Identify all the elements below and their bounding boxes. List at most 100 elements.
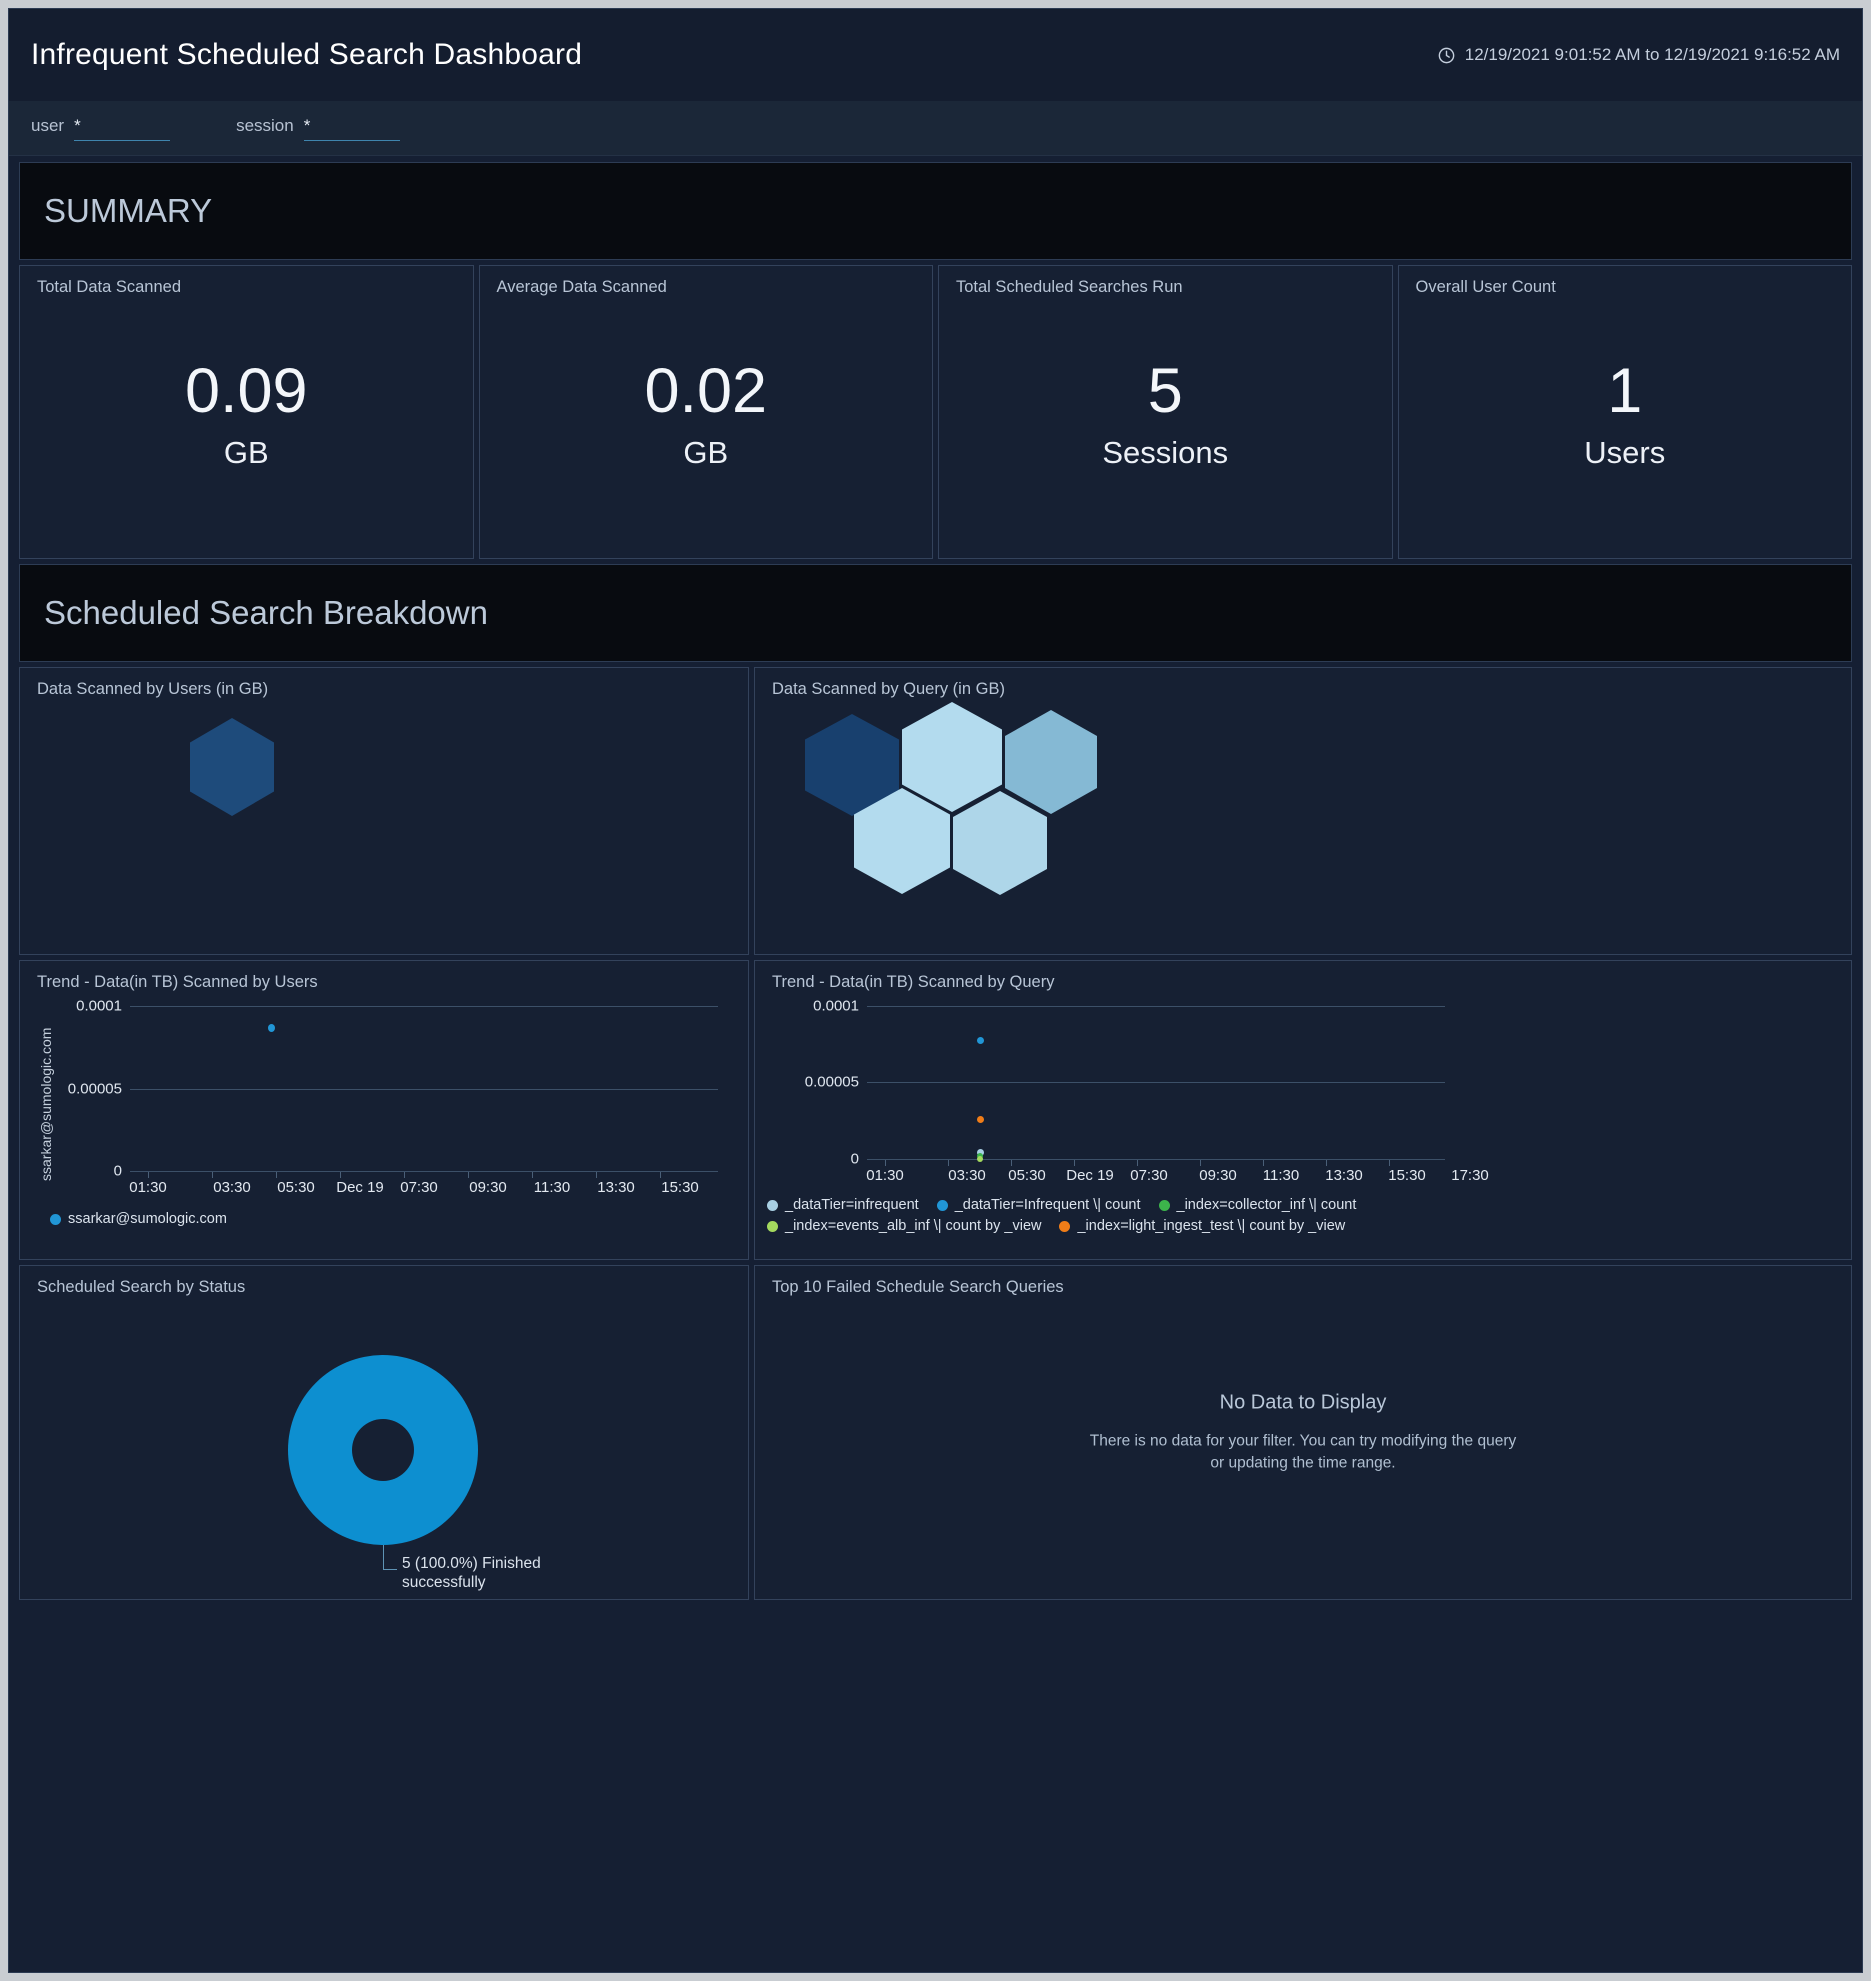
legend-label: _dataTier=Infrequent \| count xyxy=(955,1195,1141,1216)
data-point[interactable] xyxy=(268,1024,275,1032)
section-title-summary: SUMMARY xyxy=(44,192,212,230)
gridline xyxy=(867,1082,1445,1083)
hexagon-cell[interactable] xyxy=(902,702,1002,812)
x-tick-label: 05:30 xyxy=(1008,1167,1046,1184)
stat-panel-average-data-scanned[interactable]: Average Data Scanned 0.02 GB xyxy=(479,265,934,559)
legend-item[interactable]: _dataTier=Infrequent \| count xyxy=(937,1195,1141,1216)
donut-chart[interactable] xyxy=(288,1355,478,1545)
x-tick-mark xyxy=(885,1160,886,1166)
legend-swatch-icon xyxy=(1159,1200,1170,1211)
stat-body: 0.09 GB xyxy=(20,297,473,558)
x-tick-label: 07:30 xyxy=(1130,1167,1168,1184)
panel-trend-data-scanned-by-users[interactable]: Trend - Data(in TB) Scanned by Users ssa… xyxy=(19,960,749,1260)
summary-stat-row: Total Data Scanned 0.09 GB Average Data … xyxy=(19,265,1852,559)
stat-value: 1 xyxy=(1607,358,1642,424)
filter-bar: user session xyxy=(9,101,1862,156)
x-tick-label: 11:30 xyxy=(1263,1167,1299,1184)
filter-user-input[interactable] xyxy=(74,116,170,141)
legend-swatch-icon xyxy=(50,1214,61,1225)
chart-legend: ssarkar@sumologic.com xyxy=(50,1209,710,1230)
legend-swatch-icon xyxy=(767,1221,778,1232)
stat-panel-total-data-scanned[interactable]: Total Data Scanned 0.09 GB xyxy=(19,265,474,559)
gridline xyxy=(130,1006,718,1007)
no-data-title: No Data to Display xyxy=(755,1391,1851,1414)
data-point[interactable] xyxy=(977,1116,984,1123)
y-tick-label: 0.00005 xyxy=(755,1074,859,1091)
filter-session: session xyxy=(236,116,400,141)
y-tick-label: 0 xyxy=(755,1151,859,1168)
section-title-breakdown: Scheduled Search Breakdown xyxy=(44,594,488,632)
x-tick-mark xyxy=(532,1172,533,1178)
panel-title: Trend - Data(in TB) Scanned by Users xyxy=(20,961,748,992)
gridline xyxy=(867,1006,1445,1007)
x-tick-label: Dec 19 xyxy=(336,1179,384,1196)
x-tick-mark xyxy=(340,1172,341,1178)
axis-line-x xyxy=(867,1159,1445,1160)
y-tick-label: 0.00005 xyxy=(40,1081,122,1098)
hexagon-cell[interactable] xyxy=(953,791,1047,895)
donut-data-label: 5 (100.0%) Finished successfully xyxy=(402,1554,572,1592)
stat-panel-overall-user-count[interactable]: Overall User Count 1 Users xyxy=(1398,265,1853,559)
panel-top-10-failed-schedule-search-queries[interactable]: Top 10 Failed Schedule Search Queries No… xyxy=(754,1265,1852,1600)
panel-title: Total Data Scanned xyxy=(20,266,473,297)
panel-data-scanned-by-query[interactable]: Data Scanned by Query (in GB) xyxy=(754,667,1852,955)
legend-label: ssarkar@sumologic.com xyxy=(68,1209,227,1230)
dashboard-root: Infrequent Scheduled Search Dashboard 12… xyxy=(8,8,1863,1973)
legend-item[interactable]: _index=light_ingest_test \| count by _vi… xyxy=(1059,1216,1345,1237)
y-axis-title: ssarkar@sumologic.com xyxy=(38,1028,54,1181)
legend-item[interactable]: _dataTier=infrequent xyxy=(767,1195,919,1216)
panel-title: Trend - Data(in TB) Scanned by Query xyxy=(755,961,1851,992)
data-point[interactable] xyxy=(977,1156,983,1162)
panel-title: Top 10 Failed Schedule Search Queries xyxy=(755,1266,1851,1297)
legend-item[interactable]: _index=events_alb_inf \| count by _view xyxy=(767,1216,1041,1237)
hexagon-cell[interactable] xyxy=(1005,710,1097,814)
stat-body: 0.02 GB xyxy=(480,297,933,558)
y-tick-label: 0 xyxy=(50,1163,122,1180)
stat-value: 0.09 xyxy=(185,358,308,424)
stat-unit: GB xyxy=(224,435,269,471)
x-tick-mark xyxy=(948,1160,949,1166)
hexagon-row: Data Scanned by Users (in GB) Data Scann… xyxy=(19,667,1852,955)
leader-line xyxy=(383,1545,384,1570)
hexagon-cell[interactable] xyxy=(190,718,274,816)
panel-title: Data Scanned by Users (in GB) xyxy=(20,668,748,699)
page-title: Infrequent Scheduled Search Dashboard xyxy=(31,38,582,72)
x-tick-label: 01:30 xyxy=(866,1167,904,1184)
panel-data-scanned-by-users[interactable]: Data Scanned by Users (in GB) xyxy=(19,667,749,955)
dashboard-header: Infrequent Scheduled Search Dashboard 12… xyxy=(9,9,1862,101)
x-tick-mark xyxy=(212,1172,213,1178)
x-tick-mark xyxy=(404,1172,405,1178)
x-tick-label: 03:30 xyxy=(948,1167,986,1184)
x-tick-label: 13:30 xyxy=(1325,1167,1363,1184)
time-range-control[interactable]: 12/19/2021 9:01:52 AM to 12/19/2021 9:16… xyxy=(1437,45,1840,65)
x-tick-mark xyxy=(1263,1160,1264,1166)
legend-label: _index=events_alb_inf \| count by _view xyxy=(785,1216,1041,1237)
panel-title: Scheduled Search by Status xyxy=(20,1266,748,1297)
x-tick-label: 11:30 xyxy=(534,1179,570,1196)
filter-session-input[interactable] xyxy=(304,116,400,141)
stat-panel-total-scheduled-searches-run[interactable]: Total Scheduled Searches Run 5 Sessions xyxy=(938,265,1393,559)
x-tick-mark xyxy=(1389,1160,1390,1166)
legend-item[interactable]: _index=collector_inf \| count xyxy=(1159,1195,1357,1216)
legend-label: _index=light_ingest_test \| count by _vi… xyxy=(1077,1216,1345,1237)
stat-unit: Sessions xyxy=(1102,435,1228,471)
x-tick-label: 01:30 xyxy=(129,1179,167,1196)
legend-item[interactable]: ssarkar@sumologic.com xyxy=(50,1209,227,1230)
panel-scheduled-search-by-status[interactable]: Scheduled Search by Status 5 (100.0%) Fi… xyxy=(19,1265,749,1600)
x-tick-label: 15:30 xyxy=(1388,1167,1426,1184)
panel-title: Overall User Count xyxy=(1399,266,1852,297)
section-header-breakdown: Scheduled Search Breakdown xyxy=(19,564,1852,662)
trend-row: Trend - Data(in TB) Scanned by Users ssa… xyxy=(19,960,1852,1260)
no-data-message: No Data to Display There is no data for … xyxy=(755,1391,1851,1474)
x-tick-mark xyxy=(1074,1160,1075,1166)
x-tick-mark xyxy=(276,1172,277,1178)
stat-value: 5 xyxy=(1148,358,1183,424)
stat-value: 0.02 xyxy=(644,358,767,424)
panel-trend-data-scanned-by-query[interactable]: Trend - Data(in TB) Scanned by Query 0.0… xyxy=(754,960,1852,1260)
time-range-text: 12/19/2021 9:01:52 AM to 12/19/2021 9:16… xyxy=(1465,45,1840,65)
status-row: Scheduled Search by Status 5 (100.0%) Fi… xyxy=(19,1265,1852,1600)
data-point[interactable] xyxy=(977,1037,984,1044)
x-tick-label: 09:30 xyxy=(469,1179,507,1196)
donut-hole xyxy=(352,1419,414,1481)
chart-legend: _dataTier=infrequent _dataTier=Infrequen… xyxy=(767,1195,1467,1237)
